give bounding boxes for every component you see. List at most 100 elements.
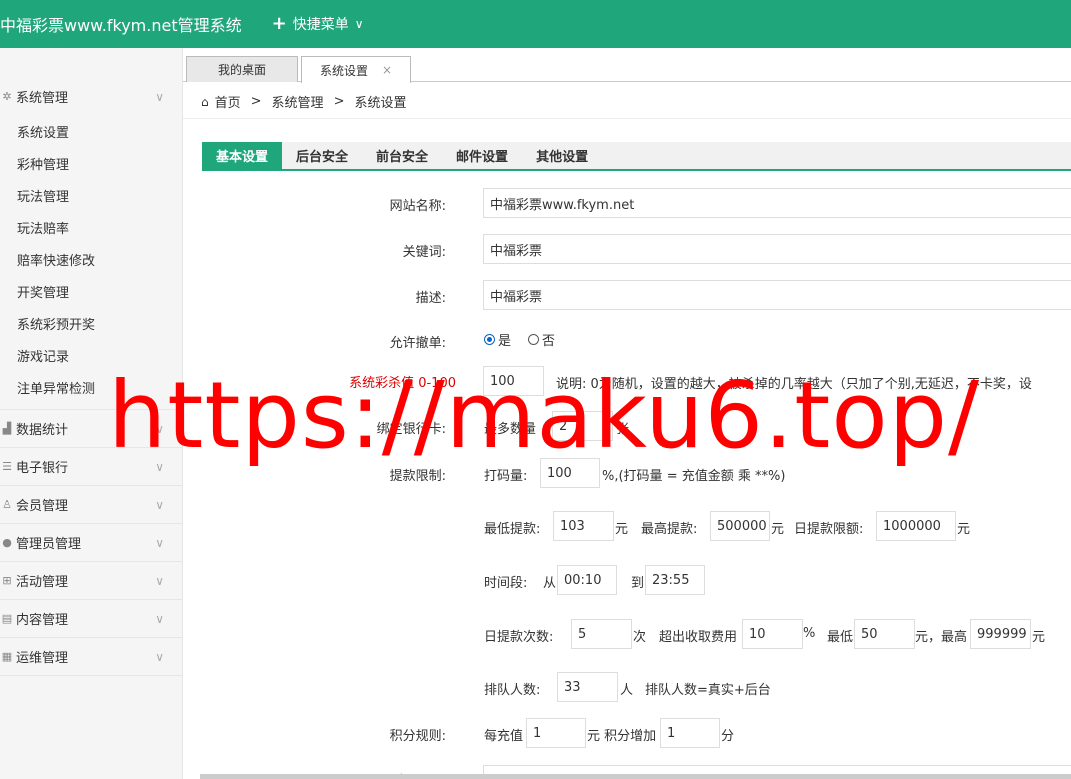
quick-menu-label: 快捷菜单 <box>292 17 349 33</box>
keywords-input[interactable]: 中福彩票 <box>483 234 1071 264</box>
menu-group-system: ✲ 系统管理 ∨ 系统设置 彩种管理 玩法管理 玩法赔率 赔率快速修改 开奖管理… <box>0 78 182 410</box>
menu-group-admins: ● 管理员管理 ∨ <box>0 524 182 562</box>
bind-card-input[interactable]: 2 <box>552 411 613 441</box>
kill-value-label: 系统彩杀值 0-100 <box>349 376 456 391</box>
tab-system-settings[interactable]: 系统设置 × <box>301 56 411 83</box>
menu-label: 运维管理 <box>16 651 69 666</box>
menu-head-admins[interactable]: ● 管理员管理 ∨ <box>0 524 182 561</box>
tab-label: 我的桌面 <box>217 63 266 77</box>
brand-title: 中福彩票www.fkym.net管理系统 <box>0 16 242 35</box>
fee-min-input[interactable]: 50 <box>854 619 915 649</box>
points-recharge-input[interactable]: 1 <box>526 718 586 748</box>
fee-input[interactable]: 10 <box>742 619 803 649</box>
menu-head-content[interactable]: ▤ 内容管理 ∨ <box>0 600 182 637</box>
breadcrumb: ⌂ 首页 > 系统管理 > 系统设置 <box>201 92 406 111</box>
bet-amount-input[interactable]: 100 <box>540 458 600 488</box>
chevron-down-icon: ∨ <box>155 89 164 104</box>
min-withdraw-input[interactable]: 103 <box>553 511 614 541</box>
daily-limit-input[interactable]: 1000000 <box>876 511 956 541</box>
menu-group-content: ▤ 内容管理 ∨ <box>0 600 182 638</box>
sidebar-item-lottery-types[interactable]: 彩种管理 <box>0 147 182 179</box>
sidebar-item-game-records[interactable]: 游戏记录 <box>0 339 182 371</box>
yuan-unit: 元 <box>957 522 971 537</box>
gift-icon: ⊞ <box>2 574 12 587</box>
gear-icon: ✲ <box>2 90 12 103</box>
kill-value-note: 说明: 0为随机，设置的越大，被杀掉的几率越大（只加了个别,无延迟，不卡奖，设 <box>556 377 1032 392</box>
kill-value-input[interactable]: 100 <box>483 366 544 396</box>
admin-icon: ● <box>2 536 12 549</box>
top-header: 中福彩票www.fkym.net管理系统 + 快捷菜单 ∨ <box>0 0 1071 48</box>
tools-icon: ▦ <box>1 650 13 663</box>
breadcrumb-level2: 系统设置 <box>354 96 407 111</box>
tab-other[interactable]: 其他设置 <box>522 142 602 169</box>
points-add-input[interactable]: 1 <box>660 718 720 748</box>
queue-unit: 人 <box>620 683 634 698</box>
points-mid: 元 积分增加 <box>587 729 657 744</box>
yuan-unit: 元 <box>1032 630 1046 645</box>
time-from-label: 从 <box>543 576 557 591</box>
menu-head-system[interactable]: ✲ 系统管理 ∨ <box>0 78 182 115</box>
allow-cancel-label: 允许撤单: <box>389 336 446 351</box>
tab-backend-security[interactable]: 后台安全 <box>282 142 362 169</box>
user-icon: ♙ <box>2 498 12 511</box>
quick-menu-button[interactable]: + 快捷菜单 ∨ <box>272 14 364 34</box>
tab-basic[interactable]: 基本设置 <box>202 142 283 169</box>
daily-times-input[interactable]: 5 <box>571 619 632 649</box>
time-to-input[interactable]: 23:55 <box>645 565 705 595</box>
menu-head-ops[interactable]: ▦ 运维管理 ∨ <box>0 638 182 675</box>
sidebar-item-play-odds[interactable]: 玩法赔率 <box>0 211 182 243</box>
tab-desktop[interactable]: 我的桌面 <box>186 56 298 82</box>
sidebar-item-pre-draw[interactable]: 系统彩预开奖 <box>0 307 182 339</box>
percent-unit: % <box>803 626 816 641</box>
sidebar-item-bet-anomaly[interactable]: 注单异常检测 <box>0 371 182 403</box>
description-input[interactable]: 中福彩票 <box>483 280 1071 310</box>
time-from-input[interactable]: 00:10 <box>557 565 617 595</box>
yuan-unit: 元 <box>615 522 629 537</box>
site-name-input[interactable]: 中福彩票www.fkym.net <box>483 188 1071 218</box>
bind-card-unit: 张 <box>616 422 630 437</box>
queue-note: 排队人数=真实+后台 <box>645 683 771 698</box>
bind-card-label: 绑定银行卡: <box>376 422 446 437</box>
bet-amount-label: 打码量: <box>484 469 528 484</box>
breadcrumb-home[interactable]: 首页 <box>215 92 241 111</box>
chevron-down-icon: ∨ <box>155 573 164 588</box>
chevron-down-icon: ∨ <box>155 497 164 512</box>
tab-frontend-security[interactable]: 前台安全 <box>362 142 442 169</box>
horizontal-scrollbar[interactable] <box>200 774 1071 779</box>
queue-input[interactable]: 33 <box>557 672 618 702</box>
menu-group-bank: ☰ 电子银行 ∨ <box>0 448 182 486</box>
points-unit: 分 <box>721 729 735 744</box>
fee-max-label: 元，最高 <box>915 630 968 645</box>
submenu: 系统设置 彩种管理 玩法管理 玩法赔率 赔率快速修改 开奖管理 系统彩预开奖 游… <box>0 115 182 409</box>
keywords-label: 关键词: <box>402 245 446 260</box>
tab-mail[interactable]: 邮件设置 <box>442 142 522 169</box>
cancel-yes-radio[interactable]: 是 <box>484 330 511 349</box>
chevron-down-icon: ∨ <box>155 611 164 626</box>
menu-head-activities[interactable]: ⊞ 活动管理 ∨ <box>0 562 182 599</box>
menu-head-members[interactable]: ♙ 会员管理 ∨ <box>0 486 182 523</box>
time-range-label: 时间段: <box>484 576 528 591</box>
sidebar-item-play-management[interactable]: 玩法管理 <box>0 179 182 211</box>
sidebar-item-draw-management[interactable]: 开奖管理 <box>0 275 182 307</box>
chevron-down-icon: ∨ <box>155 459 164 474</box>
bind-card-prefix: 最多数量 <box>484 422 537 437</box>
fee-max-input[interactable]: 999999 <box>970 619 1031 649</box>
close-icon[interactable]: × <box>382 63 392 77</box>
times-unit: 次 <box>633 630 647 645</box>
menu-label: 管理员管理 <box>16 537 82 552</box>
max-withdraw-input[interactable]: 500000 <box>710 511 770 541</box>
home-icon: ⌂ <box>201 94 209 109</box>
sidebar-item-system-settings[interactable]: 系统设置 <box>0 115 182 147</box>
time-to-label: 到 <box>631 576 645 591</box>
menu-label: 会员管理 <box>16 499 69 514</box>
radio-unchecked-icon <box>528 334 539 345</box>
cancel-no-radio[interactable]: 否 <box>528 330 555 349</box>
plus-icon: + <box>271 13 287 34</box>
list-icon: ☰ <box>2 460 12 473</box>
description-label: 描述: <box>415 291 446 306</box>
menu-head-bank[interactable]: ☰ 电子银行 ∨ <box>0 448 182 485</box>
points-prefix: 每充值 <box>484 729 524 744</box>
sidebar-item-odds-quick-edit[interactable]: 赔率快速修改 <box>0 243 182 275</box>
menu-head-stats[interactable]: ▟ 数据统计 ∨ <box>0 410 182 447</box>
breadcrumb-level1[interactable]: 系统管理 <box>272 92 324 111</box>
